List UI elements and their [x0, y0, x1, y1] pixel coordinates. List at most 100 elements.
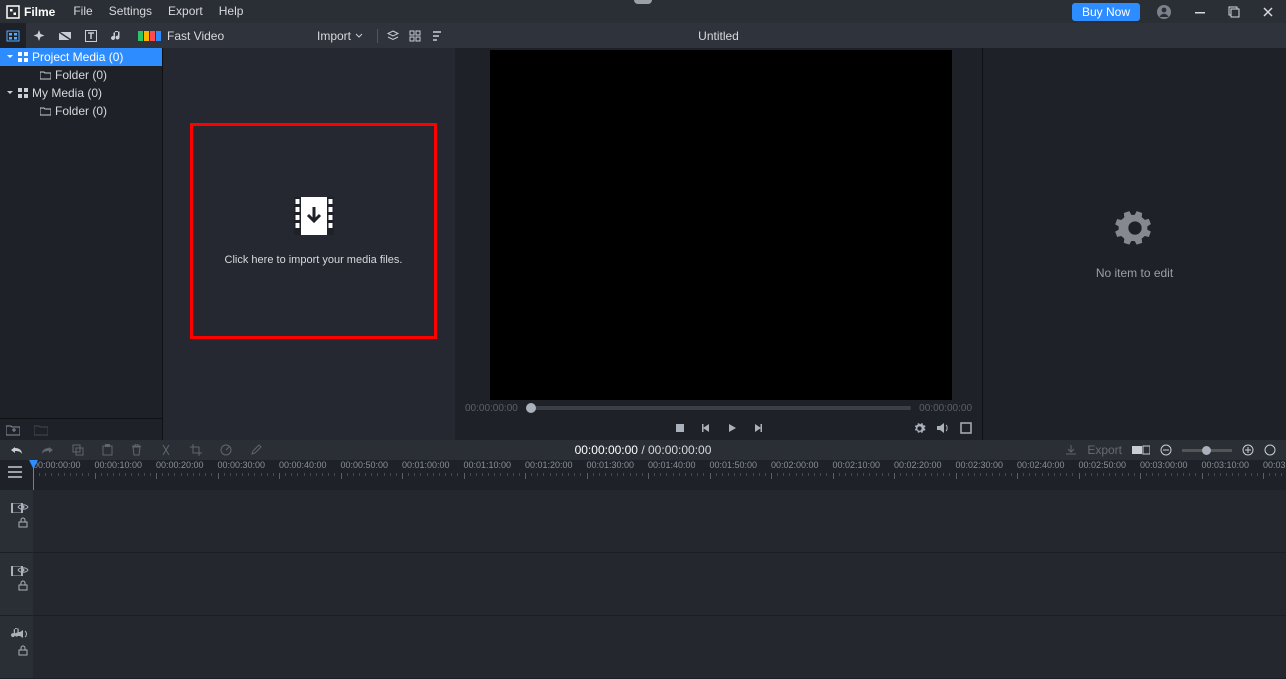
- export-timeline-label[interactable]: Export: [1087, 443, 1122, 457]
- track-head-video2[interactable]: [0, 553, 33, 616]
- timeline-ruler[interactable]: 00:00:00:0000:00:10:0000:00:20:0000:00:3…: [0, 460, 1286, 490]
- ruler-tick: 00:02:50:00: [1079, 460, 1127, 470]
- timecode-sep: /: [638, 443, 648, 457]
- ruler-tick: 00:03:10:00: [1202, 460, 1250, 470]
- next-frame-icon[interactable]: [752, 422, 764, 434]
- minimize-icon[interactable]: [1188, 6, 1212, 18]
- tab-audio[interactable]: [104, 23, 130, 48]
- eye-icon[interactable]: [17, 566, 29, 574]
- delete-icon[interactable]: [131, 444, 142, 456]
- playhead[interactable]: [33, 461, 34, 490]
- zoom-in-icon[interactable]: [1242, 444, 1254, 456]
- menu-file[interactable]: File: [65, 0, 100, 23]
- zoom-fit-icon[interactable]: [1264, 444, 1276, 456]
- add-folder-icon[interactable]: [6, 424, 20, 436]
- edit-icon[interactable]: [250, 444, 262, 456]
- media-icon: [6, 29, 20, 43]
- ruler-tick: 00:01:30:00: [587, 460, 635, 470]
- track-head-video1[interactable]: [0, 490, 33, 553]
- fast-video-icon: [138, 31, 161, 41]
- ruler-tick: 00:01:10:00: [464, 460, 512, 470]
- fast-video-button[interactable]: Fast Video: [130, 29, 232, 43]
- gear-icon: [1115, 208, 1155, 248]
- menu-help[interactable]: Help: [211, 0, 252, 23]
- import-media-icon: [293, 196, 335, 236]
- tab-media[interactable]: [0, 23, 26, 48]
- lock-icon[interactable]: [18, 517, 28, 528]
- buy-now-button[interactable]: Buy Now: [1072, 3, 1140, 21]
- ruler-tick: 00:00:00:00: [33, 460, 81, 470]
- stop-icon[interactable]: [674, 422, 686, 434]
- sidebar-my-media[interactable]: My Media (0): [0, 84, 162, 102]
- ruler-tick: 00:02:20:00: [894, 460, 942, 470]
- timecode-dur: 00:00:00:00: [648, 443, 711, 457]
- zoom-out-icon[interactable]: [1160, 444, 1172, 456]
- paste-icon[interactable]: [102, 444, 113, 456]
- ruler-tick: 00:03:00:00: [1140, 460, 1188, 470]
- speaker-icon[interactable]: [17, 629, 29, 639]
- eye-icon[interactable]: [17, 503, 29, 511]
- scrub-slider[interactable]: [526, 406, 911, 410]
- prev-frame-icon[interactable]: [700, 422, 712, 434]
- account-icon[interactable]: [1150, 4, 1178, 20]
- split-icon[interactable]: [160, 444, 172, 456]
- close-icon[interactable]: [1256, 6, 1280, 18]
- folder-icon: [40, 107, 51, 116]
- delete-folder-icon[interactable]: [34, 424, 48, 436]
- track-lane-video1[interactable]: [33, 490, 1286, 553]
- ruler-tick: 00:00:40:00: [279, 460, 327, 470]
- tab-transitions[interactable]: [52, 23, 78, 48]
- grid-small-icon: [18, 88, 28, 98]
- maximize-icon[interactable]: [1222, 6, 1246, 18]
- music-icon: [110, 29, 124, 43]
- timeline-area: 00:00:00:00 / 00:00:00:00 Export 00:00:0…: [0, 440, 1286, 679]
- project-media-label: Project Media (0): [32, 50, 123, 64]
- zoom-slider[interactable]: [1182, 449, 1232, 452]
- tool-bar: Fast Video Import Untitled: [0, 23, 1286, 48]
- media-pane: Click here to import your media files.: [163, 48, 455, 440]
- tab-effects[interactable]: [26, 23, 52, 48]
- redo-icon[interactable]: [41, 444, 54, 456]
- timeline-menu-icon[interactable]: [8, 466, 22, 478]
- ruler-tick: 00:00:20:00: [156, 460, 204, 470]
- sidebar-my-folder[interactable]: Folder (0): [0, 102, 162, 120]
- menu-settings[interactable]: Settings: [101, 0, 160, 23]
- play-icon[interactable]: [726, 422, 738, 434]
- scrub-start-time: 00:00:00:00: [465, 403, 518, 414]
- settings-icon[interactable]: [913, 422, 926, 435]
- import-dropdown[interactable]: Import: [311, 29, 369, 43]
- preview-pane: 00:00:00:00 00:00:00:00: [455, 48, 982, 440]
- volume-icon[interactable]: [936, 422, 950, 435]
- sidebar-project-media[interactable]: Project Media (0): [0, 48, 162, 66]
- ruler-tick: 00:02:40:00: [1017, 460, 1065, 470]
- undo-icon[interactable]: [10, 444, 23, 456]
- ruler-tick: 00:03:20:00: [1263, 460, 1286, 470]
- project-title-area: Untitled: [455, 29, 982, 43]
- marker-toggle-icon[interactable]: [1132, 444, 1150, 456]
- layers-icon[interactable]: [386, 29, 400, 43]
- import-drop-zone[interactable]: Click here to import your media files.: [190, 123, 437, 339]
- sidebar: Project Media (0) Folder (0) My Media (0…: [0, 48, 163, 440]
- menu-export[interactable]: Export: [160, 0, 211, 23]
- ruler-tick: 00:00:10:00: [95, 460, 143, 470]
- tab-text[interactable]: [78, 23, 104, 48]
- text-icon: [84, 29, 98, 43]
- grid-view-icon[interactable]: [408, 29, 422, 43]
- sort-icon[interactable]: [430, 29, 444, 43]
- fullscreen-icon[interactable]: [960, 422, 972, 435]
- track-head-audio[interactable]: [0, 616, 33, 679]
- crop-icon[interactable]: [190, 444, 202, 456]
- preview-canvas: [490, 50, 952, 400]
- track-lane-video2[interactable]: [33, 553, 1286, 616]
- timecode-pos: 00:00:00:00: [575, 443, 638, 457]
- lock-icon[interactable]: [18, 645, 28, 656]
- folder-icon: [40, 71, 51, 80]
- track-lanes[interactable]: [33, 490, 1286, 679]
- notch-indicator: [634, 0, 652, 4]
- sidebar-project-folder[interactable]: Folder (0): [0, 66, 162, 84]
- copy-icon[interactable]: [72, 444, 84, 456]
- export-timeline-icon[interactable]: [1065, 444, 1077, 456]
- speed-icon[interactable]: [220, 444, 232, 456]
- track-lane-audio[interactable]: [33, 616, 1286, 679]
- lock-icon[interactable]: [18, 580, 28, 591]
